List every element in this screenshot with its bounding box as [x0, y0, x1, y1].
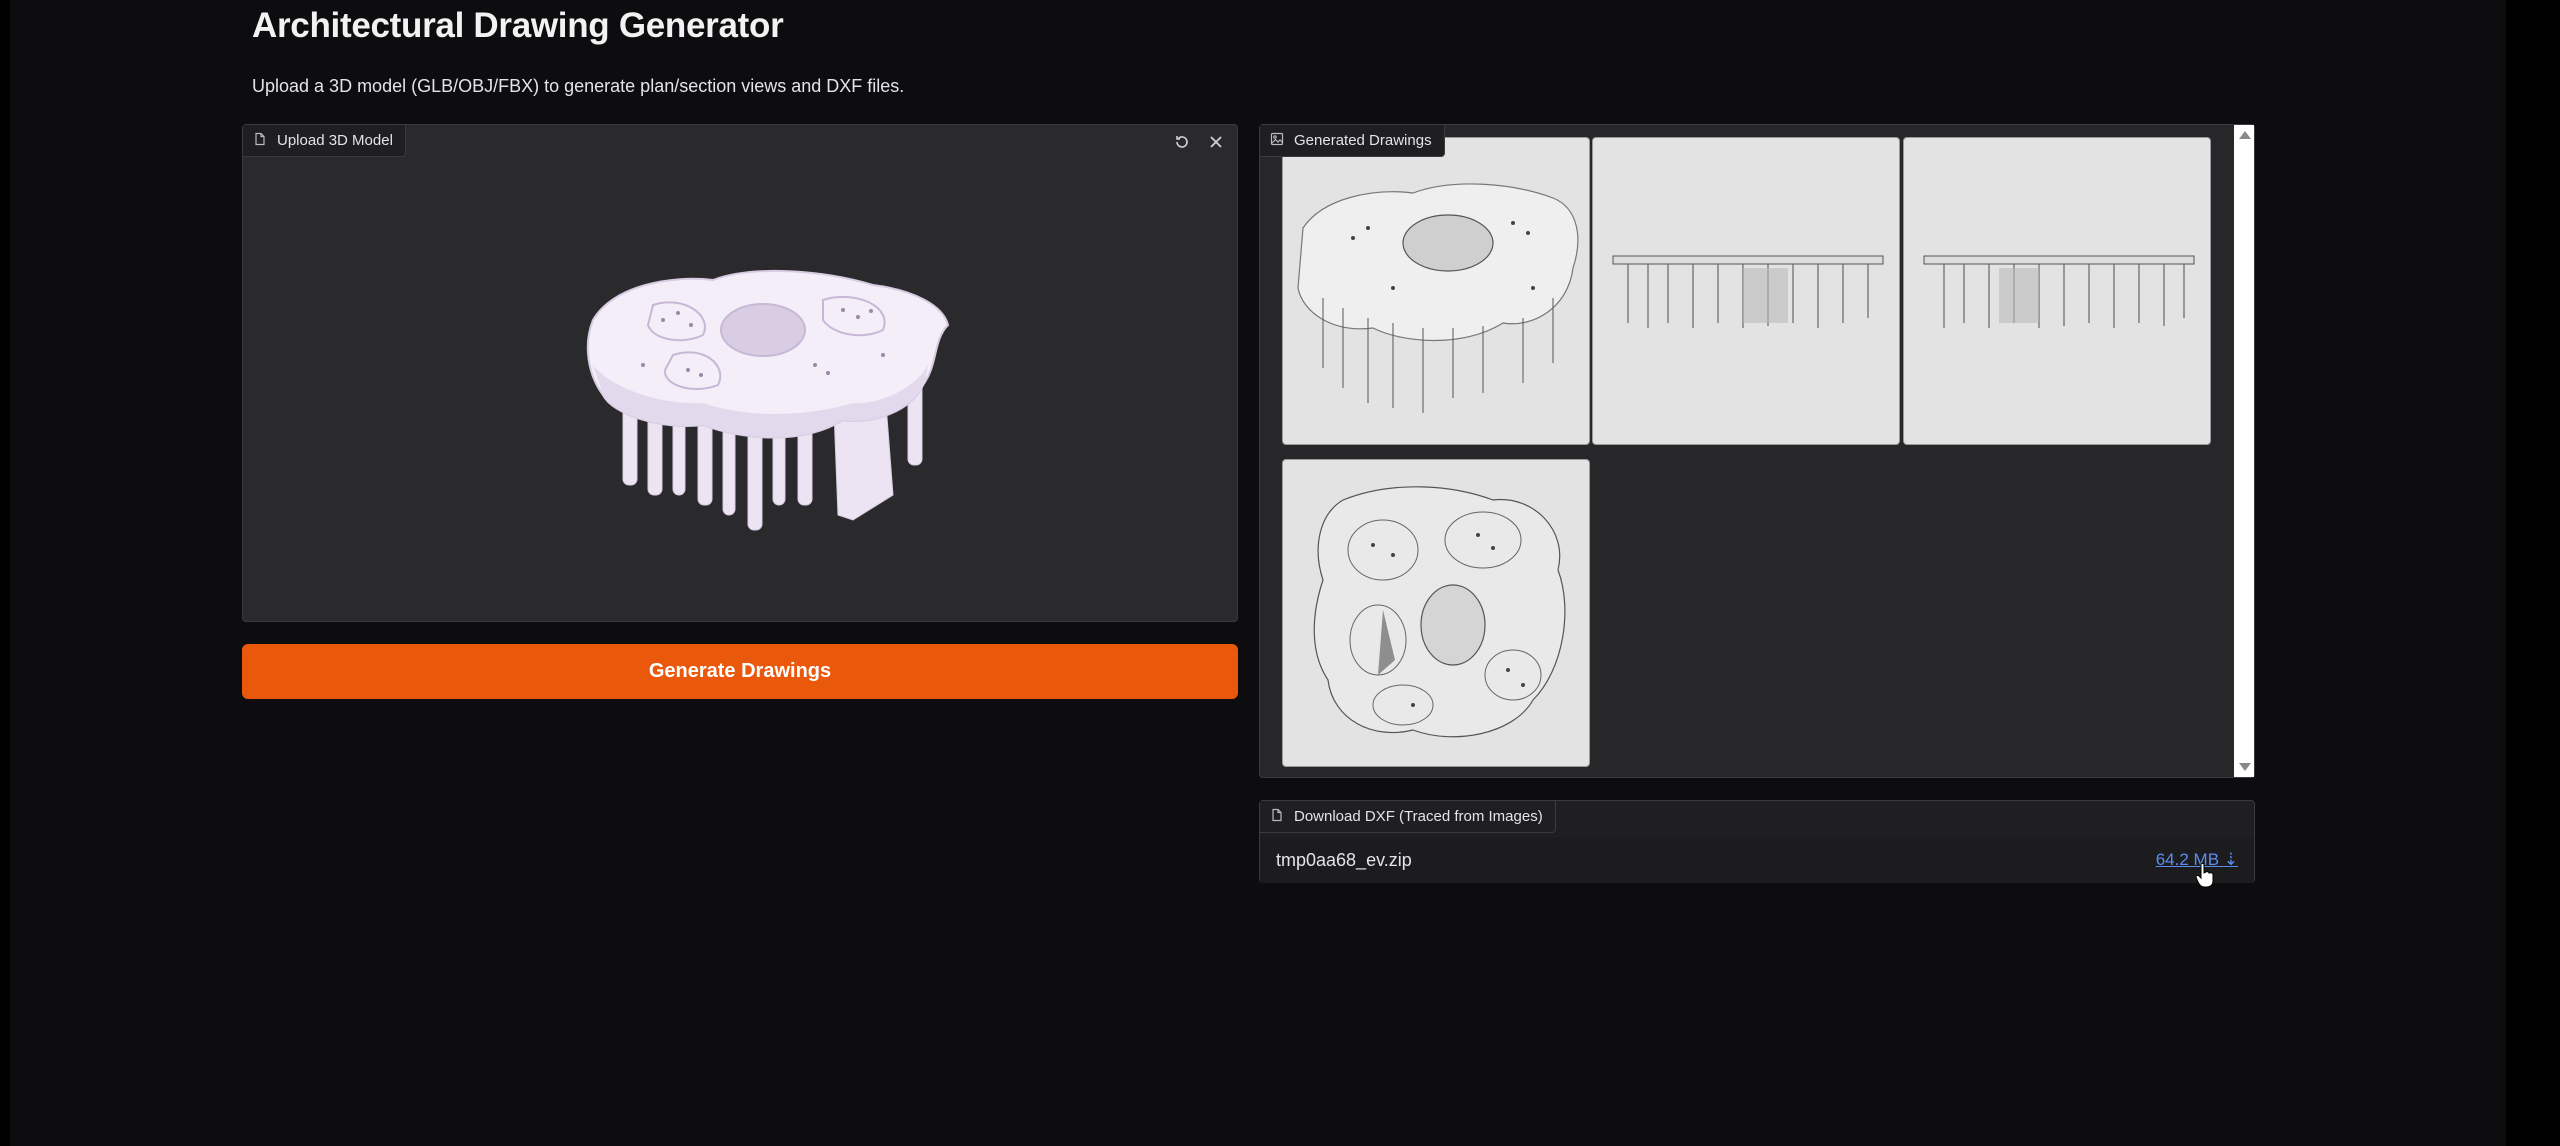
upload-3d-model-panel[interactable]: Upload 3D Model	[242, 124, 1238, 622]
gallery-panel-label: Generated Drawings	[1260, 125, 1445, 157]
download-panel-label: Download DXF (Traced from Images)	[1260, 801, 1556, 833]
gallery-image-elevation[interactable]	[1592, 137, 1900, 445]
reset-view-icon[interactable]	[1169, 129, 1195, 155]
download-label-text: Download DXF (Traced from Images)	[1294, 808, 1543, 825]
file-icon	[253, 132, 267, 150]
mouse-pointer-icon	[2195, 862, 2214, 888]
3d-model-viewer[interactable]	[553, 245, 973, 545]
scroll-up-arrow-icon[interactable]	[2239, 131, 2251, 139]
upload-controls	[1169, 129, 1229, 155]
file-icon	[1270, 808, 1284, 826]
close-icon[interactable]	[1203, 129, 1229, 155]
page-title: Architectural Drawing Generator	[252, 6, 784, 45]
file-row: tmp0aa68_ev.zip 64.2 MB ⇣	[1260, 837, 2254, 883]
generate-drawings-button[interactable]: Generate Drawings	[242, 644, 1238, 699]
scroll-down-arrow-icon[interactable]	[2239, 763, 2251, 771]
upload-label-text: Upload 3D Model	[277, 132, 393, 149]
gallery-image-plan[interactable]	[1282, 459, 1590, 767]
gallery-label-text: Generated Drawings	[1294, 132, 1432, 149]
page-subtitle: Upload a 3D model (GLB/OBJ/FBX) to gener…	[252, 76, 905, 96]
file-name: tmp0aa68_ev.zip	[1276, 849, 1412, 870]
gallery-image-section[interactable]	[1903, 137, 2211, 445]
upload-panel-label: Upload 3D Model	[243, 125, 406, 157]
generated-drawings-gallery: Generated Drawings	[1259, 124, 2255, 778]
image-icon	[1270, 132, 1284, 150]
download-dxf-panel: Download DXF (Traced from Images) tmp0aa…	[1259, 800, 2255, 883]
gallery-image-isometric[interactable]	[1282, 137, 1590, 445]
gallery-scrollbar[interactable]	[2234, 125, 2254, 777]
